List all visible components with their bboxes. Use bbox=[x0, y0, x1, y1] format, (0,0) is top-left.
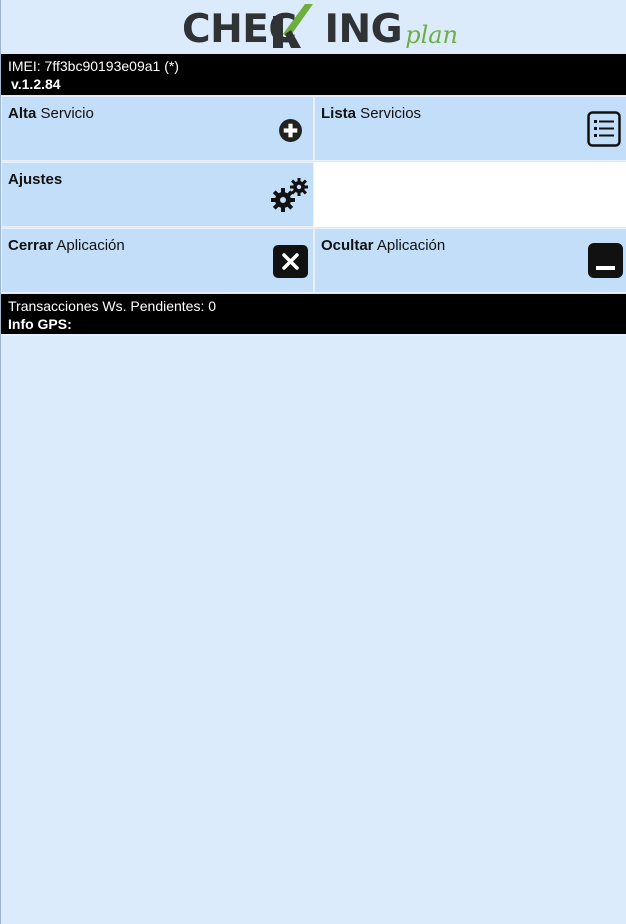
content-area bbox=[1, 338, 626, 924]
ocultar-aplicacion-label-bold: Ocultar bbox=[321, 237, 374, 254]
logo-bar: CHEC ING plan bbox=[1, 0, 626, 53]
gps-info-text: Info GPS: bbox=[8, 316, 72, 332]
pending-transactions-text: Transacciones Ws. Pendientes: 0 bbox=[8, 298, 217, 314]
minimize-box-icon bbox=[588, 243, 623, 278]
list-icon bbox=[587, 111, 621, 147]
lista-servicios-button[interactable]: Lista Servicios bbox=[314, 96, 626, 161]
logo-checkmark-icon bbox=[273, 4, 313, 48]
lista-servicios-label: Lista Servicios bbox=[321, 105, 421, 122]
ajustes-button[interactable]: Ajustes bbox=[1, 162, 314, 227]
ajustes-label: Ajustes bbox=[8, 171, 62, 188]
logo-text-part2: ING bbox=[324, 7, 403, 52]
plus-circle-icon bbox=[279, 119, 302, 142]
lista-servicios-label-rest: Servicios bbox=[356, 105, 422, 122]
close-box-icon bbox=[273, 245, 308, 278]
cerrar-aplicacion-label-rest: Aplicación bbox=[53, 237, 125, 254]
cerrar-aplicacion-button[interactable]: Cerrar Aplicación bbox=[1, 228, 314, 293]
gears-icon bbox=[271, 178, 308, 212]
cerrar-aplicacion-label: Cerrar Aplicación bbox=[8, 237, 125, 254]
cerrar-aplicacion-label-bold: Cerrar bbox=[8, 237, 54, 254]
version-text: v.1.2.84 bbox=[11, 76, 61, 92]
status-bar: Transacciones Ws. Pendientes: 0 Info GPS… bbox=[1, 294, 626, 336]
imei-text: IMEI: 7ff3bc90193e09a1 (*) bbox=[8, 58, 179, 74]
ocultar-aplicacion-label: Ocultar Aplicación bbox=[321, 237, 445, 254]
empty-tile bbox=[314, 162, 626, 227]
device-info-bar: IMEI: 7ff3bc90193e09a1 (*) v.1.2.84 bbox=[1, 54, 626, 95]
alta-servicio-label: Alta Servicio bbox=[8, 105, 94, 122]
lista-servicios-label-bold: Lista bbox=[321, 105, 357, 122]
ocultar-aplicacion-button[interactable]: Ocultar Aplicación bbox=[314, 228, 626, 293]
ocultar-aplicacion-label-rest: Aplicación bbox=[373, 237, 446, 254]
logo-text: CHEC ING bbox=[182, 4, 403, 52]
ajustes-label-bold: Ajustes bbox=[8, 171, 63, 188]
logo-subtext: plan bbox=[405, 21, 459, 49]
alta-servicio-label-rest: Servicio bbox=[36, 105, 94, 122]
alta-servicio-button[interactable]: Alta Servicio bbox=[1, 96, 314, 161]
app-logo: CHEC ING plan bbox=[182, 2, 458, 52]
alta-servicio-label-bold: Alta bbox=[8, 105, 37, 122]
